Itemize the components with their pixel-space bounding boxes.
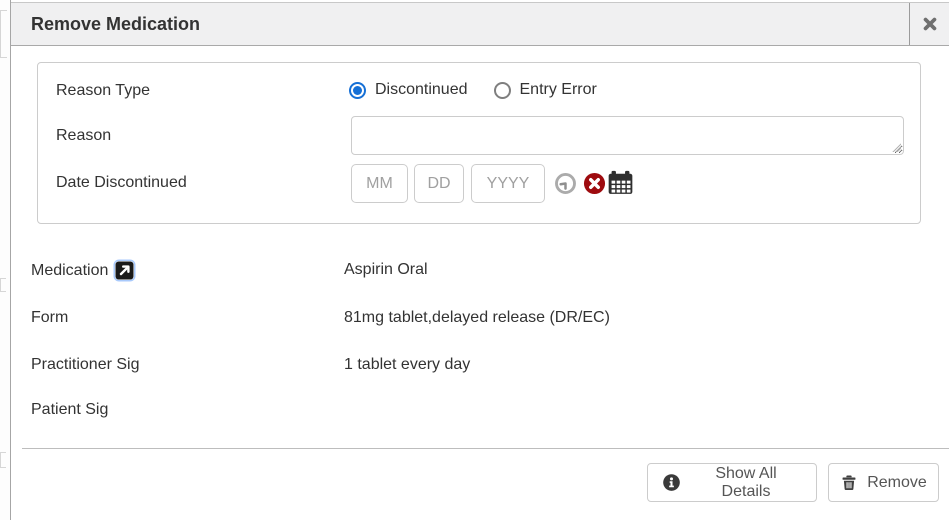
practitioner-sig-value: 1 tablet every day [344,356,470,374]
calendar-icon[interactable] [607,170,634,195]
month-input[interactable] [351,164,408,203]
show-all-details-button[interactable]: Show All Details [647,463,817,502]
trash-icon [840,473,858,492]
background-artifact [0,452,6,468]
form-value: 81mg tablet,delayed release (DR/EC) [344,309,610,327]
medication-label: Medication [31,261,134,280]
reason-label: Reason [56,127,111,145]
radio-discontinued[interactable] [349,82,366,99]
clear-icon[interactable] [583,172,606,195]
radio-discontinued-label: Discontinued [375,81,468,99]
info-icon [662,473,681,492]
practitioner-sig-label: Practitioner Sig [31,356,140,374]
background-artifact [0,10,7,58]
clock-icon[interactable] [554,172,577,195]
radio-option-entry-error[interactable]: Entry Error [494,81,597,99]
remove-button[interactable]: Remove [828,463,939,502]
date-discontinued-label: Date Discontinued [56,174,187,192]
remove-label: Remove [867,474,927,492]
day-input[interactable] [414,164,464,203]
medication-label-text: Medication [31,262,108,280]
radio-entry-error-label: Entry Error [520,81,597,99]
close-icon [922,16,938,32]
radio-option-discontinued[interactable]: Discontinued [349,81,468,99]
close-button[interactable] [909,3,949,45]
page-title: Remove Medication [31,14,200,35]
background-artifact [0,278,6,292]
external-link-icon[interactable] [115,261,134,280]
background-page [0,0,10,520]
radio-entry-error[interactable] [494,82,511,99]
year-input[interactable] [471,164,545,203]
dialog-header: Remove Medication [11,2,949,46]
medication-value: Aspirin Oral [344,261,428,279]
reason-input[interactable] [351,116,904,155]
remove-medication-dialog: Remove Medication Reason Type Discontinu… [10,0,949,520]
show-all-details-label: Show All Details [690,465,802,501]
reason-type-radio-group: Discontinued Entry Error [349,81,597,99]
form-label: Form [31,309,68,327]
footer-divider [22,448,949,449]
patient-sig-label: Patient Sig [31,401,108,419]
reason-type-label: Reason Type [56,82,150,100]
